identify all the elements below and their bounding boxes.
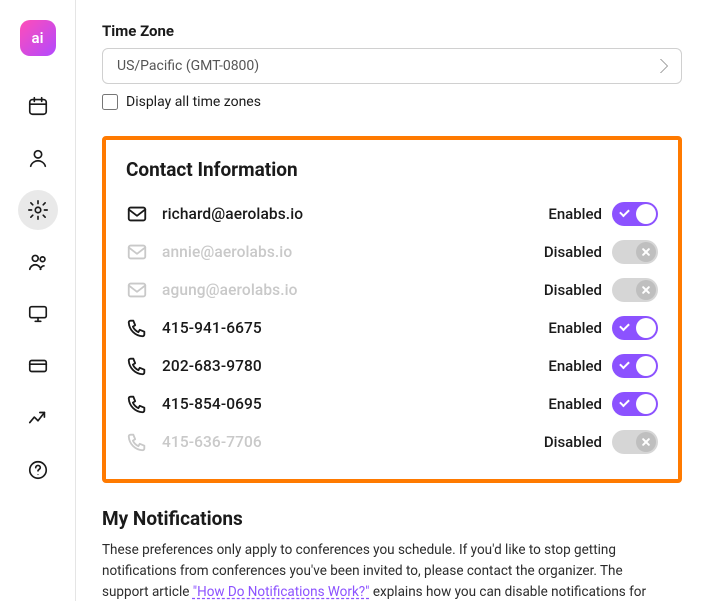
nav-help[interactable] <box>18 450 58 490</box>
nav-group[interactable] <box>18 242 58 282</box>
contact-row: 415-636-7706 Disabled <box>126 423 658 461</box>
mail-icon <box>126 241 148 263</box>
nav-trend[interactable] <box>18 398 58 438</box>
mail-icon <box>126 279 148 301</box>
display-all-timezones-label: Display all time zones <box>126 94 261 110</box>
my-notifications-body: These preferences only apply to conferen… <box>102 540 662 601</box>
nav-calendar[interactable] <box>18 86 58 126</box>
monitor-icon <box>27 303 49 325</box>
contact-value: 415-854-0695 <box>162 395 262 413</box>
timezone-label: Time Zone <box>102 22 682 40</box>
check-icon <box>636 394 656 414</box>
check-icon <box>636 204 656 224</box>
contact-state-label: Disabled <box>544 433 602 451</box>
main-content: Time Zone US/Pacific (GMT-0800) Display … <box>76 0 708 601</box>
contact-state-label: Enabled <box>548 319 602 337</box>
contact-row: richard@aerolabs.io Enabled <box>126 195 658 233</box>
calendar-icon <box>27 95 49 117</box>
contact-toggle[interactable] <box>612 430 658 454</box>
group-icon <box>27 251 49 273</box>
close-icon <box>636 432 656 452</box>
mail-icon <box>126 203 148 225</box>
nav-user[interactable] <box>18 138 58 178</box>
contact-information-panel: Contact Information richard@aerolabs.io E… <box>102 136 682 483</box>
contact-toggle[interactable] <box>612 278 658 302</box>
contact-state-label: Disabled <box>544 281 602 299</box>
help-icon <box>27 459 49 481</box>
contact-state-label: Enabled <box>548 205 602 223</box>
contact-row: agung@aerolabs.io Disabled <box>126 271 658 309</box>
contact-row: annie@aerolabs.io Disabled <box>126 233 658 271</box>
check-icon <box>636 318 656 338</box>
phone-icon <box>126 431 148 453</box>
gear-icon <box>27 199 49 221</box>
trend-icon <box>27 407 49 429</box>
notifications-help-link[interactable]: "How Do Notifications Work?" <box>193 584 370 600</box>
contact-toggle[interactable] <box>612 316 658 340</box>
contact-state-label: Enabled <box>548 357 602 375</box>
contact-information-title: Contact Information <box>126 158 658 181</box>
timezone-select[interactable]: US/Pacific (GMT-0800) <box>102 48 682 84</box>
close-icon <box>636 242 656 262</box>
close-icon <box>636 280 656 300</box>
contact-value: 415-636-7706 <box>162 433 262 451</box>
contact-state-label: Enabled <box>548 395 602 413</box>
contact-state-label: Disabled <box>544 243 602 261</box>
phone-icon <box>126 393 148 415</box>
contact-toggle[interactable] <box>612 240 658 264</box>
nav-settings[interactable] <box>18 190 58 230</box>
card-icon <box>27 355 49 377</box>
contact-value: 415-941-6675 <box>162 319 262 337</box>
contact-row: 415-854-0695 Enabled <box>126 385 658 423</box>
nav-screen[interactable] <box>18 294 58 334</box>
display-all-timezones-row[interactable]: Display all time zones <box>102 94 682 110</box>
nav-sidebar: ai <box>0 0 76 601</box>
contact-toggle[interactable] <box>612 392 658 416</box>
phone-icon <box>126 355 148 377</box>
user-icon <box>27 147 49 169</box>
contact-value: richard@aerolabs.io <box>162 205 303 223</box>
my-notifications-title: My Notifications <box>102 507 682 530</box>
contact-row: 202-683-9780 Enabled <box>126 347 658 385</box>
contact-row: 415-941-6675 Enabled <box>126 309 658 347</box>
display-all-timezones-checkbox[interactable] <box>102 94 118 110</box>
check-icon <box>636 356 656 376</box>
contact-value: agung@aerolabs.io <box>162 281 298 299</box>
phone-icon <box>126 317 148 339</box>
contact-value: annie@aerolabs.io <box>162 243 292 261</box>
product-logo[interactable]: ai <box>20 20 56 56</box>
contact-list: richard@aerolabs.io Enabled annie@aerolabs… <box>126 195 658 461</box>
nav-card[interactable] <box>18 346 58 386</box>
contact-toggle[interactable] <box>612 202 658 226</box>
contact-toggle[interactable] <box>612 354 658 378</box>
contact-value: 202-683-9780 <box>162 357 262 375</box>
